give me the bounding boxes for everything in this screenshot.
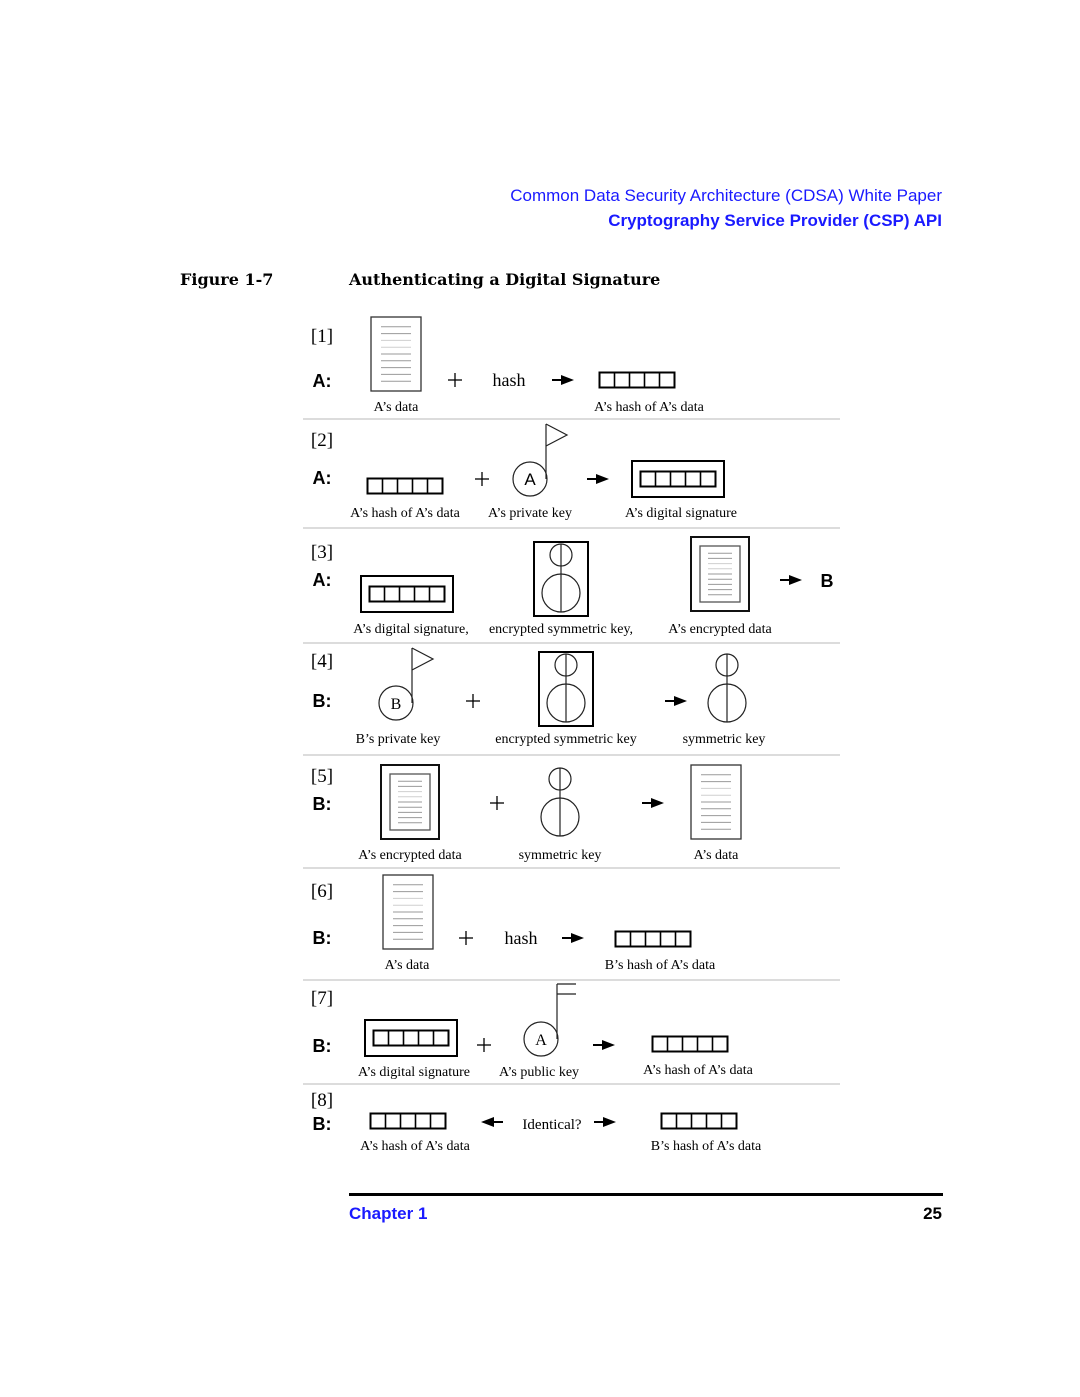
chapter-label: Chapter 1	[349, 1204, 428, 1223]
item-caption: A’s data	[385, 958, 431, 973]
right-arrow-icon	[594, 1117, 616, 1127]
footer-rule	[349, 1193, 943, 1196]
actor-label: B:	[313, 1036, 332, 1056]
step-6: [6] B: A’s data hash B’s hash of A’s data	[303, 874, 840, 981]
step-number: [1]	[311, 326, 333, 347]
identical-question: Identical?	[522, 1117, 581, 1133]
private-key-icon: A A’s private key	[488, 423, 572, 521]
actor-label: A:	[313, 468, 332, 488]
item-caption: A’s hash of A’s data	[360, 1139, 470, 1154]
encrypted-document-icon: A’s encrypted data	[668, 536, 772, 637]
right-arrow-icon	[665, 696, 687, 706]
step-number: [8]	[311, 1090, 333, 1111]
hash-word: hash	[493, 370, 526, 390]
item-caption: A’s digital signature	[358, 1065, 470, 1080]
step-3: [3] A: A’s digital signature, encrypted sym…	[303, 536, 840, 644]
right-arrow-icon	[780, 575, 802, 585]
item-caption: A’s hash of A’s data	[643, 1063, 753, 1078]
step-number: [5]	[311, 766, 333, 787]
hash-function-label: hash	[505, 928, 538, 948]
item-caption: A’s hash of A’s data	[594, 400, 704, 415]
document-icon: A’s data	[370, 316, 422, 415]
step-2: [2] A: A’s hash of A’s data A A’s private ke…	[303, 423, 840, 529]
actor-label: A:	[313, 371, 332, 391]
actor-label: B:	[313, 794, 332, 814]
item-caption: A’s digital signature	[625, 506, 737, 521]
item-caption: A’s private key	[488, 506, 572, 521]
right-arrow-icon	[587, 474, 609, 484]
step-number: [4]	[311, 651, 333, 672]
step-number: [3]	[311, 542, 333, 563]
plus-icon	[466, 694, 480, 708]
page-number: 25	[923, 1204, 942, 1223]
step-5: [5] B: A’s encrypted data symmetric key A’s …	[303, 764, 840, 869]
item-caption: encrypted symmetric key,	[489, 622, 633, 637]
hash-blocks-icon: A’s hash of A’s data	[350, 477, 461, 521]
step-number: [6]	[311, 881, 333, 902]
key-letter: A	[535, 1032, 547, 1049]
item-caption: A’s data	[374, 400, 420, 415]
public-key-icon: A A’s public key	[499, 983, 579, 1080]
hash-blocks-icon: A’s hash of A’s data	[643, 1035, 754, 1078]
document-icon: A’s data	[382, 874, 434, 973]
item-caption: B’s private key	[356, 732, 441, 747]
actor-label: A:	[313, 570, 332, 590]
right-arrow-icon	[642, 798, 664, 808]
digital-signature-icon: A’s digital signature,	[353, 575, 469, 637]
encrypted-key-icon: encrypted symmetric key,	[489, 541, 633, 637]
symmetric-key-icon: symmetric key	[683, 653, 766, 747]
hash-blocks-icon: B’s hash of A’s data	[651, 1112, 762, 1154]
document-icon: A’s data	[690, 764, 742, 863]
item-caption: A’s encrypted data	[358, 848, 462, 863]
plus-icon	[448, 373, 462, 387]
hash-word: hash	[505, 928, 538, 948]
actor-label: B:	[313, 691, 332, 711]
right-arrow-icon	[562, 933, 584, 943]
digital-signature-icon: A’s digital signature	[358, 1019, 470, 1080]
hash-blocks-icon: A’s hash of A’s data	[594, 371, 705, 415]
comparison-label: Identical?	[522, 1117, 581, 1133]
step-number: [7]	[311, 988, 333, 1009]
hash-function-label: hash	[493, 370, 526, 390]
item-caption: symmetric key	[683, 732, 766, 747]
plus-icon	[477, 1038, 491, 1052]
item-caption: A’s encrypted data	[668, 622, 772, 637]
step-number: [2]	[311, 430, 333, 451]
hash-blocks-icon: B’s hash of A’s data	[605, 930, 716, 973]
actor-label: B:	[313, 928, 332, 948]
plus-icon	[459, 931, 473, 945]
encrypted-document-icon: A’s encrypted data	[358, 764, 462, 863]
item-caption: encrypted symmetric key	[495, 732, 637, 747]
recipient-label: B	[821, 571, 834, 591]
plus-icon	[490, 796, 504, 810]
signature-authentication-diagram: [1]A:A’s datahashA’s hash of A’s data[2]…	[303, 316, 840, 1154]
item-caption: A’s hash of A’s data	[350, 506, 460, 521]
step-7: [7] B: A’s digital signature A A’s public ke…	[303, 983, 840, 1085]
key-letter: A	[524, 470, 536, 489]
hash-blocks-icon: A’s hash of A’s data	[360, 1112, 471, 1154]
item-caption: A’s data	[694, 848, 740, 863]
right-arrow-icon	[552, 375, 574, 385]
actor-label: B:	[313, 1114, 332, 1134]
key-letter: B	[391, 696, 402, 713]
recipient-b: B	[821, 571, 834, 591]
step-4: [4] B: B B’s private key encrypted symmetric…	[303, 647, 840, 756]
plus-icon	[475, 472, 489, 486]
digital-signature-icon: A’s digital signature	[625, 460, 737, 521]
step-8: [8] B: A’s hash of A’s data Identical? B’s h…	[311, 1090, 762, 1154]
left-arrow-icon	[481, 1117, 503, 1127]
right-arrow-icon	[593, 1040, 615, 1050]
encrypted-key-icon: encrypted symmetric key	[495, 651, 637, 747]
private-key-icon: B B’s private key	[356, 647, 441, 747]
item-caption: symmetric key	[519, 848, 602, 863]
item-caption: A’s public key	[499, 1065, 579, 1080]
item-caption: B’s hash of A’s data	[651, 1139, 762, 1154]
symmetric-key-icon: symmetric key	[519, 767, 602, 863]
item-caption: A’s digital signature,	[353, 622, 469, 637]
step-1: [1] A: A’s data hash A’s hash of A’s data	[303, 316, 840, 420]
item-caption: B’s hash of A’s data	[605, 958, 716, 973]
